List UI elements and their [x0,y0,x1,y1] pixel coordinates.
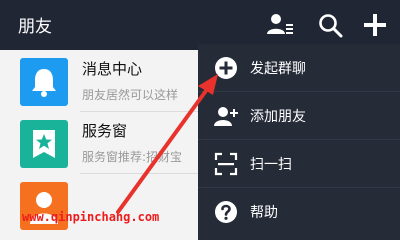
annotation-arrow [116,74,218,214]
watermark-text: www.qinpinchang.com [22,210,160,224]
